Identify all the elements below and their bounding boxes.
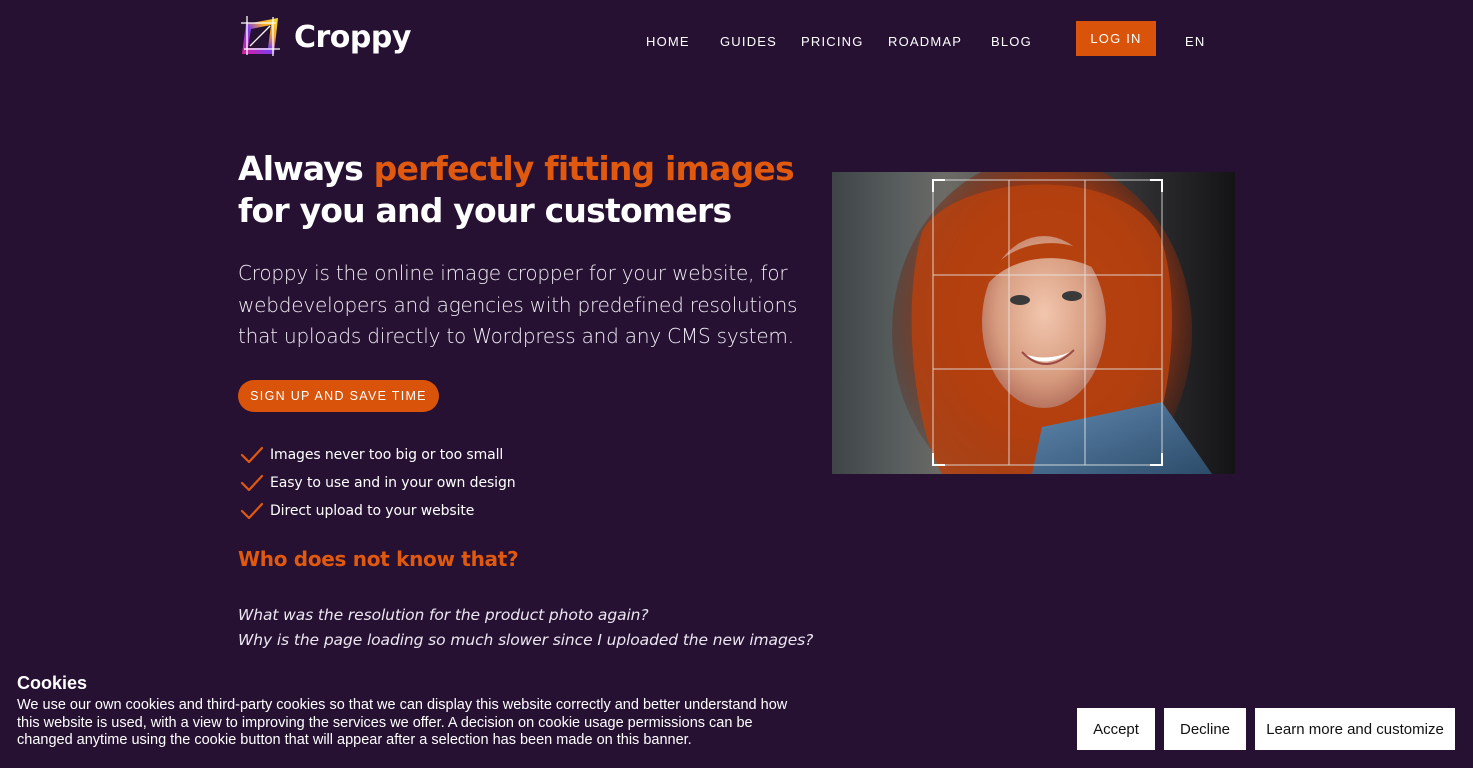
feature-list: Images never too big or too small Easy t… — [240, 441, 516, 525]
check-icon — [240, 472, 264, 494]
decline-button[interactable]: Decline — [1164, 708, 1246, 750]
check-icon — [240, 444, 264, 466]
cookie-banner: Cookies We use our own cookies and third… — [0, 663, 1473, 768]
signup-button[interactable]: SIGN UP AND SAVE TIME — [238, 380, 439, 412]
question-text: Why is the page loading so much slower s… — [238, 631, 814, 649]
headline-suffix: for you and your customers — [238, 191, 732, 230]
nav-roadmap[interactable]: ROADMAP — [888, 34, 962, 49]
nav-pricing[interactable]: PRICING — [801, 34, 864, 49]
language-switcher[interactable]: EN — [1185, 34, 1205, 49]
headline-accent: perfectly fitting images — [373, 149, 795, 188]
nav-home[interactable]: HOME — [646, 34, 690, 49]
nav-guides[interactable]: GUIDES — [720, 34, 777, 49]
hero-lead: Croppy is the online image cropper for y… — [238, 261, 798, 348]
feature-label: Easy to use and in your own design — [270, 475, 516, 491]
cookie-title: Cookies — [17, 673, 88, 693]
croppy-logo-icon — [238, 14, 282, 62]
logo-link[interactable]: Croppy — [238, 14, 411, 62]
section-subheading: Who does not know that? — [238, 547, 519, 571]
feature-item: Direct upload to your website — [240, 497, 516, 525]
customize-button[interactable]: Learn more and customize — [1255, 708, 1455, 750]
feature-label: Images never too big or too small — [270, 447, 504, 463]
page: Croppy HOME GUIDES PRICING ROADMAP BLOG … — [0, 0, 1473, 768]
headline-prefix: Always — [238, 149, 374, 188]
question-text: What was the resolution for the product … — [238, 606, 649, 624]
feature-label: Direct upload to your website — [270, 503, 475, 519]
feature-item: Images never too big or too small — [240, 441, 516, 469]
nav-blog[interactable]: BLOG — [991, 34, 1032, 49]
site-header: Croppy HOME GUIDES PRICING ROADMAP BLOG … — [0, 0, 1473, 80]
hero-portrait-image — [832, 172, 1235, 474]
accept-button[interactable]: Accept — [1077, 708, 1155, 750]
login-button[interactable]: LOG IN — [1076, 21, 1156, 56]
portrait-illustration — [892, 172, 1212, 474]
feature-item: Easy to use and in your own design — [240, 469, 516, 497]
check-icon — [240, 500, 264, 522]
hero-headline: Always perfectly fitting images for you … — [238, 148, 818, 232]
cookie-text: We use our own cookies and third-party c… — [17, 697, 788, 749]
brand-name: Croppy — [294, 20, 411, 55]
